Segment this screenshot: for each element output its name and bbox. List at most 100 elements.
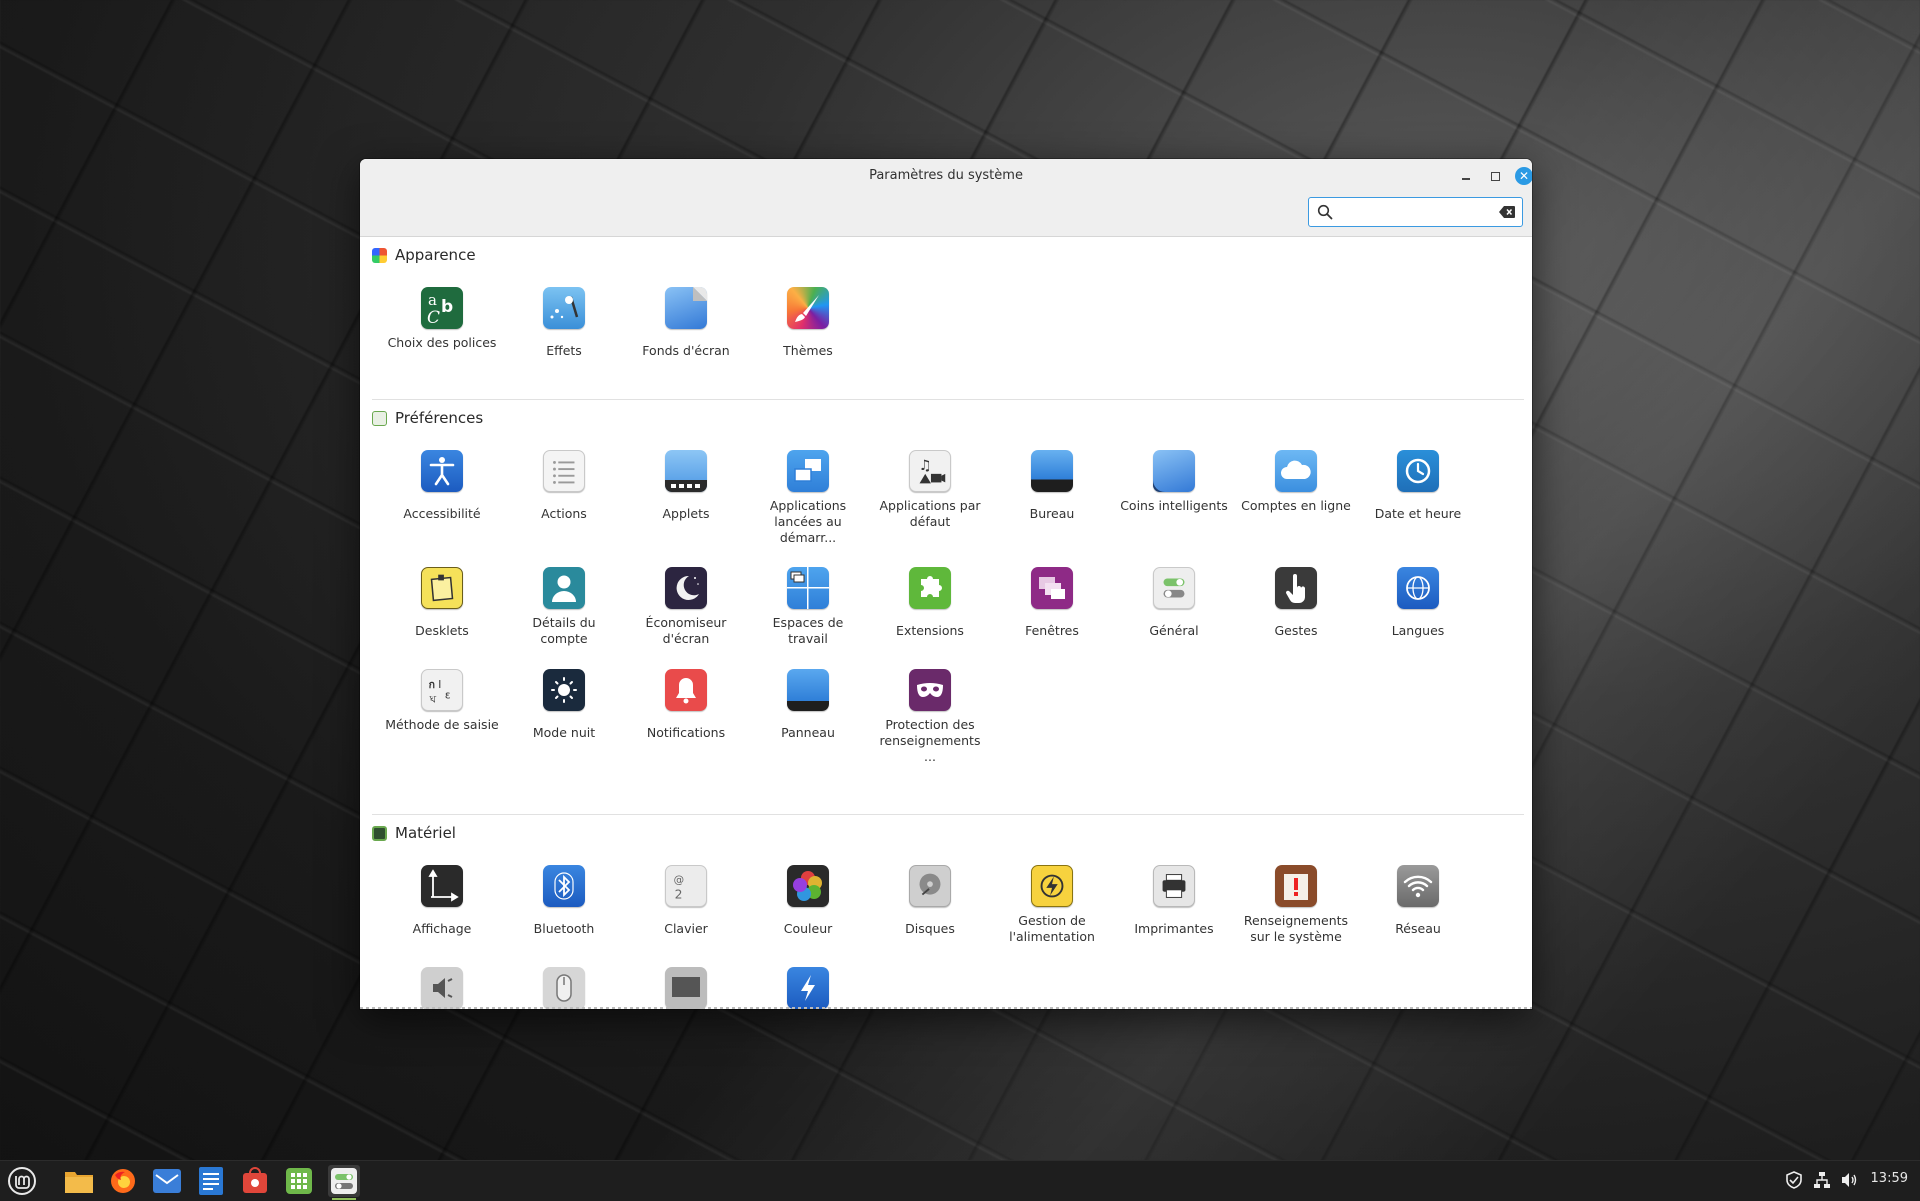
item-gestes[interactable]: Gestes (1235, 567, 1357, 639)
item-label: Affichage (412, 921, 472, 936)
item-couleur[interactable]: Couleur (747, 865, 869, 937)
taskbar-mail[interactable] (151, 1165, 183, 1197)
bluetooth-icon (543, 865, 585, 907)
item-disques[interactable]: Disques (869, 865, 991, 937)
item-effets[interactable]: Effets (503, 287, 625, 359)
item-reseau[interactable]: Réseau (1357, 865, 1479, 937)
sound-icon (421, 967, 463, 1009)
item-label: Fenêtres (1025, 623, 1079, 638)
volume-icon[interactable] (1840, 1171, 1858, 1189)
scroll-edge-indicator (360, 1007, 1532, 1009)
taskbar-system-settings[interactable] (328, 1165, 360, 1200)
item-applications-lancees[interactable]: Applications lancées au démarr... (747, 450, 869, 546)
item-label: Thèmes (783, 343, 833, 358)
item-label: Effets (546, 343, 582, 358)
taskbar: 13:59 (0, 1160, 1920, 1201)
taskbar-firefox[interactable] (107, 1165, 139, 1197)
night-light-icon (543, 669, 585, 711)
item-label: Détails du compte (532, 615, 596, 646)
item-souris[interactable] (503, 967, 625, 1009)
item-notifications[interactable]: Notifications (625, 669, 747, 741)
item-clavier[interactable]: @2 Clavier (625, 865, 747, 937)
item-actions[interactable]: Actions (503, 450, 625, 522)
item-affichage[interactable]: Affichage (381, 865, 503, 937)
item-accessibilite[interactable]: Accessibilité (381, 450, 503, 522)
taskbar-calculator[interactable] (283, 1165, 315, 1197)
item-themes[interactable]: Thèmes (747, 287, 869, 359)
maximize-button[interactable] (1486, 167, 1504, 185)
clear-search-icon[interactable] (1499, 206, 1515, 218)
title-bar[interactable]: Paramètres du système ✕ (360, 159, 1532, 237)
item-fenetres[interactable]: Fenêtres (991, 567, 1113, 639)
item-panneau[interactable]: Panneau (747, 669, 869, 741)
text-editor-icon (199, 1167, 223, 1195)
item-espaces-de-travail[interactable]: Espaces de travail (747, 567, 869, 647)
taskbar-writer[interactable] (195, 1165, 227, 1197)
menu-button[interactable] (6, 1165, 38, 1197)
item-bluetooth[interactable]: Bluetooth (503, 865, 625, 937)
item-applets[interactable]: Applets (625, 450, 747, 522)
item-extensions[interactable]: Extensions (869, 567, 991, 639)
taskbar-software-manager[interactable] (239, 1165, 271, 1197)
section-title: Matériel (395, 824, 456, 842)
search-box[interactable] (1308, 197, 1523, 227)
item-label: Réseau (1395, 921, 1441, 936)
item-applications-par-defaut[interactable]: ♫ Applications par défaut (869, 450, 991, 530)
thunderbolt-icon (787, 967, 829, 1009)
close-button[interactable]: ✕ (1515, 167, 1532, 185)
taskbar-files[interactable] (63, 1165, 95, 1197)
item-methode-de-saisie[interactable]: กIঘε Méthode de saisie (381, 669, 503, 733)
item-date-et-heure[interactable]: Date et heure (1357, 450, 1479, 522)
settings-window: Paramètres du système ✕ Apparence abC Ch… (360, 159, 1532, 1009)
item-label: Applications lancées au démarr... (769, 498, 847, 545)
keyboard-icon: @2 (665, 865, 707, 907)
item-protection-renseignements[interactable]: Protection des renseignements ... (869, 669, 991, 765)
item-label: Couleur (783, 921, 833, 936)
svg-text:ঘ: ঘ (429, 693, 437, 705)
wallpaper-icon (665, 287, 707, 329)
windows-icon (1031, 567, 1073, 609)
item-general[interactable]: Général (1113, 567, 1235, 639)
item-imprimantes[interactable]: Imprimantes (1113, 865, 1235, 937)
item-son[interactable] (381, 967, 503, 1009)
section-separator (372, 399, 1524, 400)
minimize-button[interactable] (1457, 167, 1475, 185)
item-label: Panneau (781, 725, 835, 740)
mint-logo-icon (8, 1167, 36, 1195)
item-tablette[interactable] (625, 967, 747, 1009)
section-header-materiel: Matériel (372, 824, 456, 842)
item-gestion-alimentation[interactable]: Gestion de l'alimentation (991, 865, 1113, 945)
network-tray-icon[interactable] (1813, 1171, 1831, 1189)
item-mode-nuit[interactable]: Mode nuit (503, 669, 625, 741)
window-title: Paramètres du système (869, 168, 1023, 183)
settings-toggle-icon (331, 1168, 357, 1194)
item-label: Gestion de l'alimentation (1009, 913, 1095, 944)
item-comptes-en-ligne[interactable]: Comptes en ligne (1235, 450, 1357, 514)
svg-text:I: I (438, 679, 441, 691)
item-economiseur[interactable]: Économiseur d'écran (625, 567, 747, 647)
languages-icon (1397, 567, 1439, 609)
item-langues[interactable]: Langues (1357, 567, 1479, 639)
power-icon (1031, 865, 1073, 907)
item-bureau[interactable]: Bureau (991, 450, 1113, 522)
item-desklets[interactable]: Desklets (381, 567, 503, 639)
settings-content: Apparence abC Choix des polices Effets F… (360, 237, 1532, 1009)
shield-icon[interactable] (1785, 1171, 1803, 1189)
svg-text:ε: ε (445, 690, 451, 702)
item-details-du-compte[interactable]: Détails du compte (503, 567, 625, 647)
item-choix-des-polices[interactable]: abC Choix des polices (381, 287, 503, 351)
clock[interactable]: 13:59 (1871, 1171, 1908, 1186)
item-label: Espaces de travail (772, 615, 844, 646)
search-input[interactable] (1339, 201, 1493, 225)
item-fonds-ecran[interactable]: Fonds d'écran (625, 287, 747, 359)
startup-apps-icon (787, 450, 829, 492)
effects-icon (543, 287, 585, 329)
item-label: Protection des renseignements ... (879, 717, 981, 764)
item-coins-intelligents[interactable]: Coins intelligents (1113, 450, 1235, 514)
applets-icon (665, 450, 707, 492)
account-details-icon (543, 567, 585, 609)
item-thunderbolt[interactable] (747, 967, 869, 1009)
default-apps-icon: ♫ (909, 450, 951, 492)
item-renseignements-systeme[interactable]: Renseignements sur le système (1235, 865, 1357, 945)
desklets-icon (421, 567, 463, 609)
